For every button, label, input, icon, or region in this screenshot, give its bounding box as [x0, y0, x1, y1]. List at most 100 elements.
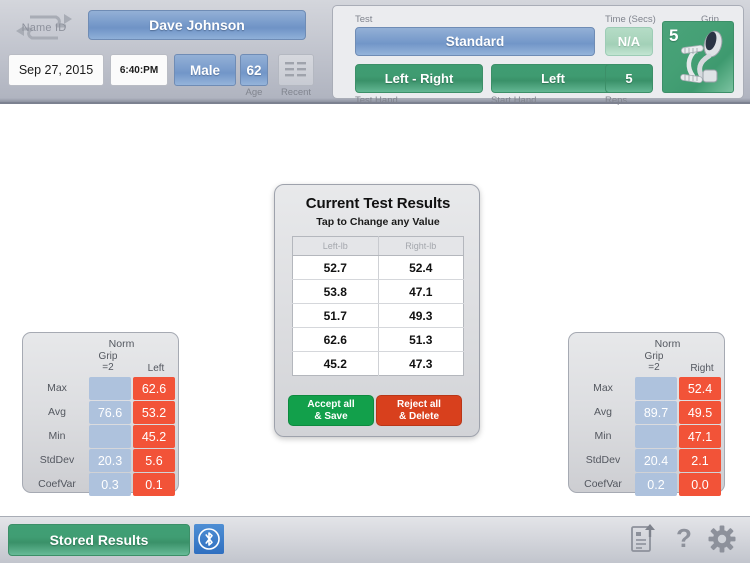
patient-name-field[interactable]: Dave Johnson [88, 10, 306, 40]
test-hand-caption: Test Hand [355, 95, 398, 106]
time-value-button[interactable]: N/A [605, 27, 653, 56]
grip-word-left: Grip [98, 351, 118, 362]
test-type-button[interactable]: Standard [355, 27, 595, 56]
result-cell-left[interactable]: 45.2 [292, 351, 379, 376]
stat-label-line1: Min [594, 430, 612, 442]
result-cell-right[interactable]: 52.4 [378, 255, 464, 280]
stat-label-line1: Avg [48, 406, 66, 418]
stat-norm-cell[interactable] [89, 425, 131, 448]
stat-value-cell[interactable]: 0.1 [133, 473, 175, 496]
gender-field[interactable]: Male [174, 54, 236, 86]
stat-value-cell[interactable]: 45.2 [133, 425, 175, 448]
grip-setting-button[interactable]: 5 [662, 21, 734, 93]
stat-value-cell[interactable]: 53.2 [133, 401, 175, 424]
stat-label: Std Dev [27, 449, 87, 472]
results-table: Left-lb Right-lb 52.7 52.4 53.8 47.1 51.… [292, 236, 464, 376]
stat-norm-cell[interactable]: 20.3 [89, 449, 131, 472]
table-header-row: Left-lb Right-lb [292, 236, 464, 256]
stat-label: Coef Var [27, 473, 87, 496]
time-field[interactable]: 6:40:PM [110, 54, 168, 86]
reject-line2: & Delete [398, 410, 439, 422]
stat-norm-cell[interactable] [635, 425, 677, 448]
export-button[interactable] [630, 524, 656, 559]
stat-label: Max [27, 377, 87, 400]
reps-button[interactable]: 5 [605, 64, 653, 93]
test-hand-button[interactable]: Left - Right [355, 64, 483, 93]
stat-value-cell[interactable]: 62.6 [133, 377, 175, 400]
stat-label: Min [573, 425, 633, 448]
stat-norm-cell[interactable]: 20.4 [635, 449, 677, 472]
stat-norm-cell[interactable]: 89.7 [635, 401, 677, 424]
side-label-right: Right [690, 363, 714, 374]
stats-row: Avg 89.7 49.5 [573, 401, 722, 424]
reject-all-delete-button[interactable]: Reject all & Delete [376, 395, 462, 426]
table-row: 51.7 49.3 [292, 303, 464, 328]
date-field[interactable]: Sep 27, 2015 [8, 54, 104, 86]
age-caption: Age [245, 87, 263, 98]
start-hand-button[interactable]: Left [491, 64, 615, 93]
table-row: 53.8 47.1 [292, 279, 464, 304]
stat-norm-cell[interactable]: 76.6 [89, 401, 131, 424]
header-bar: Name ID Dave Johnson Sep 27, 2015 6:40:P… [0, 0, 750, 106]
table-row: 62.6 51.3 [292, 327, 464, 352]
stat-label-line1: Coef [38, 478, 61, 490]
result-cell-right[interactable]: 47.3 [378, 352, 464, 376]
stat-label-line2: Dev [601, 454, 621, 466]
stat-label-line1: Avg [594, 406, 612, 418]
stats-panel-right: Norm Grip =2 Right Max 52.4 Avg 89.7 49.… [568, 332, 725, 496]
grip-value: 5 [669, 26, 679, 45]
dialog-title: Current Test Results [305, 195, 451, 212]
accept-line2: & Save [314, 410, 348, 422]
test-settings-panel: Test Standard Time (Secs) N/A Grip 5 Lef… [332, 5, 744, 106]
table-row: 45.2 47.3 [292, 351, 464, 376]
stat-norm-cell[interactable] [89, 377, 131, 400]
stat-label-line2: Var [60, 478, 76, 490]
settings-button[interactable] [708, 524, 736, 559]
accept-line1: Accept all [307, 398, 355, 410]
result-cell-left[interactable]: 62.6 [292, 327, 379, 352]
column-header-right: Right-lb [378, 236, 464, 256]
accept-all-save-button[interactable]: Accept all & Save [288, 395, 374, 426]
bluetooth-icon [198, 528, 220, 550]
grip-label-right: Grip =2 [627, 351, 681, 373]
age-field[interactable]: 62 [240, 54, 268, 86]
reps-caption: Reps [605, 95, 628, 106]
time-caption: Time (Secs) [605, 14, 656, 25]
result-cell-right[interactable]: 47.1 [378, 279, 464, 304]
stats-panel-left: Norm Grip =2 Left Max 62.6 Avg 76.6 53.2… [22, 332, 179, 496]
stat-value-cell[interactable]: 5.6 [133, 449, 175, 472]
stat-norm-cell[interactable] [635, 377, 677, 400]
stat-label: Min [27, 425, 87, 448]
result-cell-left[interactable]: 51.7 [292, 303, 379, 328]
stat-value-cell[interactable]: 52.4 [679, 377, 721, 400]
stats-row: Max 62.6 [27, 377, 176, 400]
stat-value-cell[interactable]: 49.5 [679, 401, 721, 424]
stored-results-button[interactable]: Stored Results [8, 524, 190, 556]
bluetooth-button[interactable] [194, 524, 224, 554]
result-cell-left[interactable]: 52.7 [292, 255, 379, 280]
stat-label-line1: Min [48, 430, 66, 442]
norm-label-left: Norm [108, 338, 135, 350]
stat-norm-cell[interactable]: 0.3 [89, 473, 131, 496]
stat-label: Max [573, 377, 633, 400]
stat-label-line1: Std [39, 454, 56, 466]
help-button[interactable]: ? [673, 523, 695, 559]
stat-label: Avg [27, 401, 87, 424]
start-hand-caption: Start Hand [491, 95, 537, 106]
stat-label-line1: Max [47, 382, 67, 394]
result-cell-left[interactable]: 53.8 [292, 279, 379, 304]
patient-info-group: Name ID Dave Johnson Sep 27, 2015 6:40:P… [0, 0, 326, 102]
result-cell-right[interactable]: 51.3 [378, 327, 464, 352]
stat-norm-cell[interactable]: 0.2 [635, 473, 677, 496]
stats-row: Std Dev 20.4 2.1 [573, 449, 722, 472]
stat-value-cell[interactable]: 0.0 [679, 473, 721, 496]
stats-row: Min 45.2 [27, 425, 176, 448]
stats-row: Std Dev 20.3 5.6 [27, 449, 176, 472]
stat-value-cell[interactable]: 47.1 [679, 425, 721, 448]
recent-button[interactable] [278, 54, 314, 86]
stat-label-line2: Var [606, 478, 622, 490]
result-cell-right[interactable]: 49.3 [378, 303, 464, 328]
recent-caption: Recent [280, 87, 312, 98]
name-id-toggle-button[interactable]: Name ID [10, 11, 78, 44]
stat-value-cell[interactable]: 2.1 [679, 449, 721, 472]
